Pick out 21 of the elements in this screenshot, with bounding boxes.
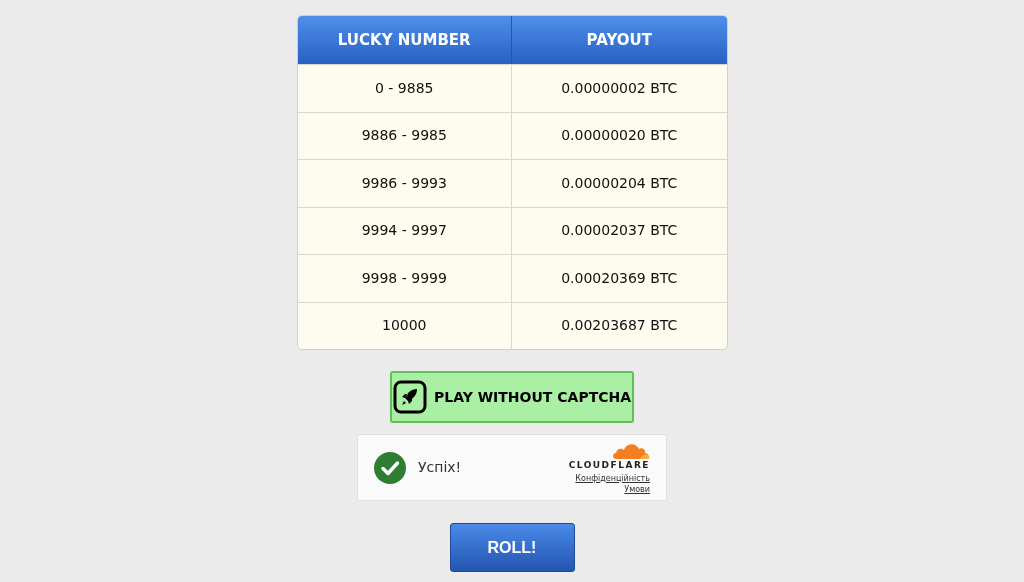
column-header: LUCKY NUMBER	[297, 16, 512, 64]
rocket-icon	[392, 380, 427, 414]
terms-link[interactable]: Умови	[624, 483, 650, 495]
privacy-link[interactable]: Конфіденційність	[575, 472, 650, 484]
brand-text: CLOUDFLARE	[568, 458, 650, 471]
table-cell-text: 0.00020369 BTC	[560, 268, 679, 288]
table-cell-text: 0.00000204 BTC	[560, 173, 679, 193]
table-cell-text: 0.00203687 BTC	[560, 316, 679, 336]
table-cell-text: 0.00000002 BTC	[560, 78, 679, 98]
column-header: PAYOUT	[585, 29, 653, 51]
table-cell-text: 0.00002037 BTC	[560, 221, 679, 241]
table-cell: 0 - 9885	[297, 65, 512, 112]
table-cell: 9986 - 9993	[297, 160, 512, 207]
table-cell: 9886 - 9985	[297, 112, 512, 159]
roll-button[interactable]: ROLL!	[449, 523, 575, 572]
table-cell: 10000	[297, 302, 512, 349]
table-cell-text: 0.00000020 BTC	[560, 126, 679, 146]
status-text: Успіх!	[418, 458, 462, 477]
table-cell: 9994 - 9997	[297, 207, 512, 254]
play-without-captcha-button[interactable]: PLAY WITHOUT CAPTCHA	[390, 371, 634, 423]
table-cell: 9998 - 9999	[297, 255, 512, 302]
